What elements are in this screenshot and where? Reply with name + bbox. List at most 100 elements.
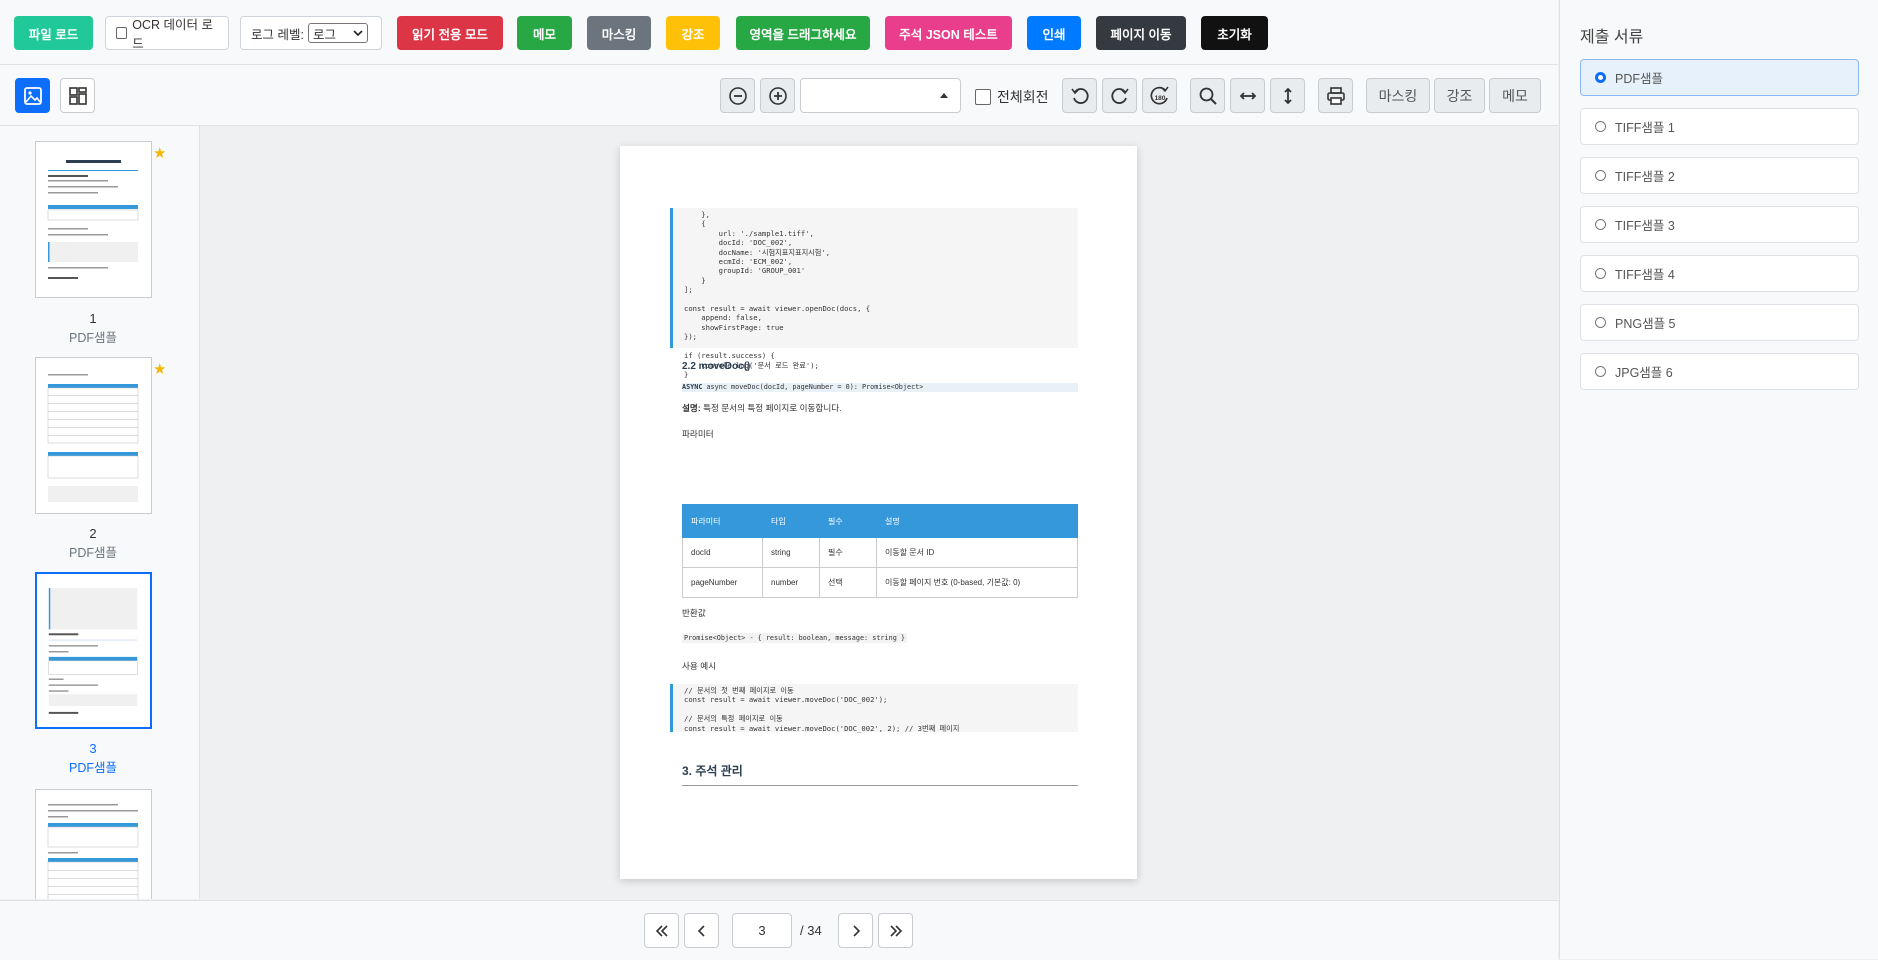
chevron-down-icon	[353, 30, 363, 36]
params-table: 파라미터 타입 필수 설명 docId string 필수 이동할 문서 ID …	[682, 504, 1078, 598]
doc-item-tiff-4[interactable]: TIFF샘플 4	[1580, 255, 1859, 292]
return-title: 반환값	[682, 608, 706, 618]
thumbnail-page-1[interactable]	[35, 141, 152, 298]
thumbnail-number: 1	[89, 311, 97, 326]
print-toolbar-button[interactable]	[1318, 78, 1353, 113]
radio-icon[interactable]	[1595, 317, 1606, 328]
last-page-button[interactable]	[878, 913, 913, 948]
table-cell: pageNumber	[682, 567, 763, 598]
first-page-button[interactable]	[644, 913, 679, 948]
async-tag: ASYNC	[682, 383, 703, 391]
document-page[interactable]: }, { url: './sample1.tiff', docId: 'DOC_…	[620, 146, 1137, 879]
document-viewer[interactable]: }, { url: './sample1.tiff', docId: 'DOC_…	[200, 126, 1558, 899]
page-preview-image	[47, 374, 139, 502]
chevron-right-icon	[852, 924, 860, 937]
thumbnail-view-button[interactable]	[15, 78, 50, 113]
magnifier-icon	[1199, 87, 1217, 105]
thumbnail-page-2[interactable]	[35, 357, 152, 514]
thumbnail-page-3[interactable]	[35, 572, 152, 729]
caret-up-icon	[940, 93, 948, 98]
zoom-in-button[interactable]	[760, 78, 795, 113]
highlight-button[interactable]: 강조	[666, 16, 720, 50]
star-icon: ★	[153, 361, 167, 378]
star-icon: ★	[153, 145, 167, 162]
load-file-button[interactable]: 파일 로드	[14, 16, 93, 50]
print-button[interactable]: 인쇄	[1027, 16, 1081, 50]
radio-icon[interactable]	[1595, 366, 1606, 377]
doc-item-png-5[interactable]: PNG샘플 5	[1580, 304, 1859, 341]
table-cell: 이동할 문서 ID	[876, 537, 1078, 568]
thumbnail-number: 3	[89, 741, 97, 756]
chevrons-right-icon	[889, 924, 902, 937]
thumbnail-number: 2	[89, 526, 97, 541]
page-number-input[interactable]: 3	[732, 913, 792, 948]
rotate-left-button[interactable]	[1062, 78, 1097, 113]
readonly-mode-button[interactable]: 읽기 전용 모드	[397, 16, 503, 50]
fit-width-button[interactable]	[1230, 78, 1265, 113]
page-move-button[interactable]: 페이지 이동	[1096, 16, 1186, 50]
code-block-open-doc: }, { url: './sample1.tiff', docId: 'DOC_…	[670, 208, 1078, 379]
drag-area-button[interactable]: 영역을 드래그하세요	[736, 16, 870, 50]
prev-page-button[interactable]	[684, 913, 719, 948]
zoom-out-button[interactable]	[720, 78, 755, 113]
rotate-all-checkbox[interactable]	[975, 89, 991, 105]
doc-item-pdf[interactable]: PDF샘플	[1580, 59, 1859, 96]
arrows-vertical-icon	[1283, 87, 1292, 104]
table-header: 설명	[876, 504, 1078, 538]
doc-label: PDF샘플	[1615, 72, 1664, 86]
pagination-bar: 3 / 34	[0, 900, 1558, 960]
ocr-load-checkbox[interactable]: OCR 데이터 로드	[105, 16, 229, 51]
radio-icon[interactable]	[1595, 121, 1606, 132]
radio-selected-icon[interactable]	[1595, 72, 1606, 83]
code-block-move-doc: // 문서의 첫 번째 페이지로 이동 const result = await…	[670, 684, 1078, 733]
table-header: 타입	[762, 504, 820, 538]
rotate-all-label: 전체회전	[997, 89, 1049, 105]
panel-title: 제출 서류	[1580, 29, 1644, 46]
fit-height-button[interactable]	[1270, 78, 1305, 113]
layout-view-button[interactable]	[60, 78, 95, 113]
thumbnail-name: PDF샘플	[68, 761, 117, 775]
doc-item-tiff-3[interactable]: TIFF샘플 3	[1580, 206, 1859, 243]
log-level-select[interactable]: 로그	[307, 23, 368, 43]
zoom-fit-button[interactable]	[1190, 78, 1225, 113]
viewer-toolbar: 전체회전 180 마스킹 강조 메모	[0, 65, 1558, 126]
image-icon	[23, 86, 42, 105]
radio-icon[interactable]	[1595, 268, 1606, 279]
doc-item-tiff-1[interactable]: TIFF샘플 1	[1580, 108, 1859, 145]
ocr-load-label: OCR 데이터 로드	[132, 18, 214, 51]
memo-button[interactable]: 메모	[517, 16, 572, 50]
minus-circle-icon	[728, 86, 747, 105]
rotate-ccw-icon	[1070, 87, 1089, 104]
radio-icon[interactable]	[1595, 219, 1606, 230]
radio-icon[interactable]	[1595, 170, 1606, 181]
thumbnail-name: PDF샘플	[68, 546, 117, 560]
rotate-right-button[interactable]	[1102, 78, 1137, 113]
doc-item-jpg-6[interactable]: JPG샘플 6	[1580, 353, 1859, 390]
doc-label: TIFF샘플 2	[1615, 170, 1675, 184]
zoom-select[interactable]	[800, 78, 961, 113]
table-header: 필수	[819, 504, 877, 538]
params-title: 파라미터	[682, 429, 714, 439]
masking-button[interactable]: 마스킹	[587, 16, 651, 50]
table-cell: docId	[682, 537, 763, 568]
masking-toolbar-button[interactable]: 마스킹	[1366, 78, 1430, 113]
annotation-json-test-button[interactable]: 주석 JSON 테스트	[885, 16, 1012, 50]
ocr-checkbox-box[interactable]	[116, 27, 128, 39]
thumbnail-page-4[interactable]	[35, 789, 152, 899]
description: 설명: 특정 문서의 특정 페이지로 이동합니다.	[682, 402, 842, 414]
doc-label: JPG샘플 6	[1615, 366, 1673, 380]
doc-item-tiff-2[interactable]: TIFF샘플 2	[1580, 157, 1859, 194]
log-level-value: 로그	[312, 27, 336, 42]
arrows-horizontal-icon	[1239, 91, 1256, 100]
rotate-all-control[interactable]: 전체회전	[975, 87, 1049, 107]
next-page-button[interactable]	[838, 913, 873, 948]
log-level-control: 로그 레벨: 로그	[240, 16, 382, 50]
rotate-cw-icon	[1110, 87, 1129, 104]
memo-toolbar-button[interactable]: 메모	[1489, 78, 1541, 113]
highlight-toolbar-button[interactable]: 강조	[1434, 78, 1485, 113]
thumbnail-panel[interactable]: ★ 1 PDF샘플 ★ 2 PDF샘플 3 PDF샘플	[0, 126, 200, 899]
reset-button[interactable]: 초기화	[1201, 16, 1268, 50]
rotate-180-button[interactable]: 180	[1142, 78, 1177, 113]
layout-icon	[68, 86, 87, 105]
table-cell: 이동할 페이지 번호 (0-based, 기본값: 0)	[876, 567, 1078, 598]
